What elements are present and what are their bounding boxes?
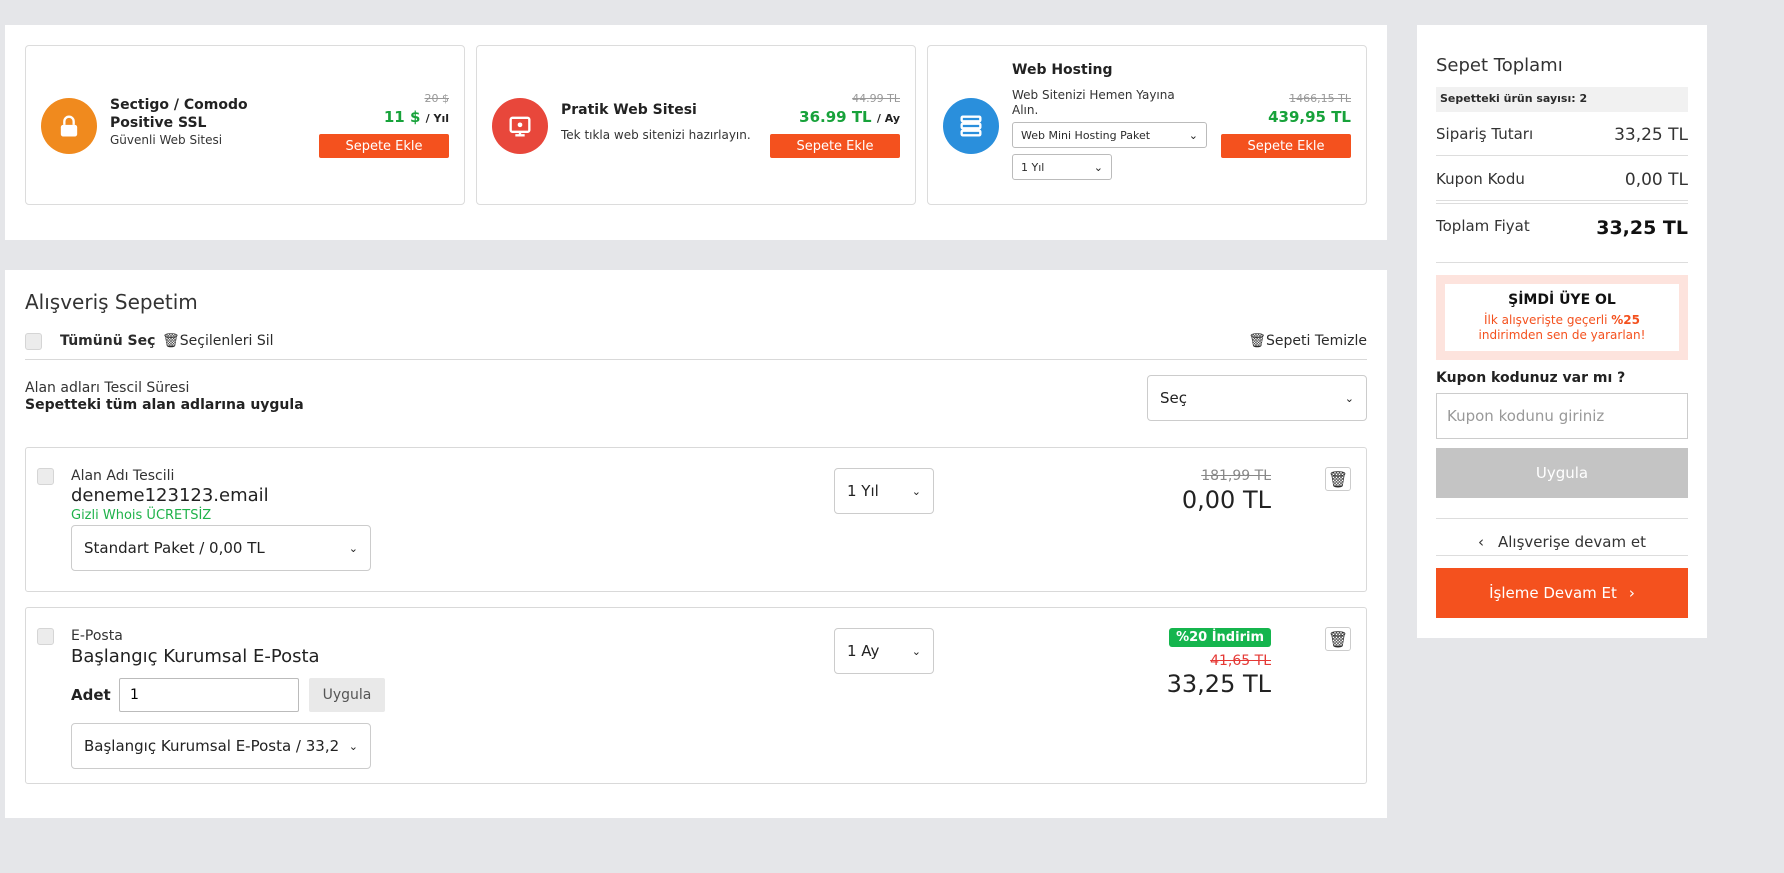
add-to-cart-button[interactable]: Sepete Ekle bbox=[770, 134, 900, 158]
signup-title: ŞİMDİ ÜYE OL bbox=[1508, 292, 1616, 308]
server-icon bbox=[943, 98, 999, 154]
promo-title: Sectigo / Comodo Positive SSL bbox=[110, 97, 248, 131]
promo-title: Pratik Web Sitesi bbox=[561, 102, 697, 118]
divider bbox=[1436, 155, 1688, 156]
package-select[interactable]: Başlangıç Kurumsal E-Posta / 33,2 ⌄ bbox=[71, 723, 371, 769]
trash-icon: 🗑 bbox=[1327, 469, 1349, 489]
delete-item-button[interactable]: 🗑 bbox=[1325, 467, 1351, 491]
item-type: Alan Adı Tescili bbox=[71, 468, 175, 484]
signup-text: İlk alışverişte geçerli %25 indirimden s… bbox=[1478, 313, 1646, 342]
coupon-row: Kupon Kodu 0,00 TL bbox=[1436, 170, 1688, 190]
monitor-icon bbox=[492, 98, 548, 154]
registration-period-label: Alan adları Tescil Süresi bbox=[25, 380, 190, 396]
item-old-price: 181,99 TL bbox=[1201, 468, 1271, 484]
chevron-right-icon: › bbox=[1628, 584, 1635, 602]
trash-icon: 🗑 bbox=[162, 333, 180, 349]
coupon-input[interactable]: Kupon kodunu giriniz bbox=[1436, 393, 1688, 439]
trash-icon: 🗑 bbox=[1248, 333, 1266, 349]
select-all-label[interactable]: Tümünü Seç bbox=[60, 333, 155, 349]
divider bbox=[1436, 200, 1688, 201]
item-name: Başlangıç Kurumsal E-Posta bbox=[71, 646, 320, 667]
coupon-apply-button[interactable]: Uygula bbox=[1436, 448, 1688, 498]
period-select[interactable]: 1 Ay ⌄ bbox=[834, 628, 934, 674]
total-row: Toplam Fiyat 33,25 TL bbox=[1436, 217, 1688, 239]
promo-desc: Web Sitenizi Hemen Yayına Alın. bbox=[1012, 88, 1175, 117]
promo-old-price: 44.99 TL bbox=[852, 92, 900, 105]
promo-price: 439,95 TL bbox=[1268, 108, 1351, 126]
chevron-down-icon: ⌄ bbox=[348, 541, 358, 555]
divider bbox=[1436, 262, 1688, 263]
discount-badge: %20 İndirim bbox=[1169, 628, 1271, 647]
proceed-button[interactable]: İşleme Devam Et › bbox=[1436, 568, 1688, 618]
chevron-down-icon: ⌄ bbox=[1188, 128, 1198, 142]
select-all-checkbox[interactable] bbox=[25, 333, 42, 350]
lock-icon bbox=[41, 98, 97, 154]
divider bbox=[1436, 518, 1688, 519]
period-select[interactable]: 1 Yıl ⌄ bbox=[834, 468, 934, 514]
cart-panel: Alışveriş Sepetim Tümünü Seç 🗑Seçilenler… bbox=[5, 270, 1387, 818]
divider bbox=[1436, 555, 1688, 556]
cart-item: Alan Adı Tescili deneme123123.email Gizl… bbox=[25, 447, 1367, 592]
summary-title: Sepet Toplamı bbox=[1436, 55, 1563, 76]
item-price: 0,00 TL bbox=[1181, 486, 1271, 514]
chevron-down-icon: ⌄ bbox=[911, 484, 921, 498]
item-old-price: 41,65 TL bbox=[1210, 653, 1271, 669]
promo-old-price: 1466,15 TL bbox=[1289, 92, 1351, 105]
quantity-label: Adet bbox=[71, 686, 111, 704]
promo-panel: Sectigo / Comodo Positive SSL Güvenli We… bbox=[5, 25, 1387, 240]
item-type: E-Posta bbox=[71, 628, 123, 644]
chevron-down-icon: ⌄ bbox=[348, 739, 358, 753]
cart-title: Alışveriş Sepetim bbox=[25, 290, 198, 314]
promo-card-website: Pratik Web Sitesi Tek tıkla web sitenizi… bbox=[476, 45, 916, 205]
registration-period-select[interactable]: Seç ⌄ bbox=[1147, 375, 1367, 421]
promo-price: 11 $ / Yıl bbox=[383, 108, 449, 126]
hosting-package-select[interactable]: Web Mini Hosting Paket ⌄ bbox=[1012, 122, 1207, 148]
promo-desc: Güvenli Web Sitesi bbox=[110, 133, 223, 147]
item-count: Sepetteki ürün sayısı: 2 bbox=[1436, 87, 1688, 112]
promo-price: 36.99 TL / Ay bbox=[799, 108, 900, 126]
delete-selected-button[interactable]: 🗑Seçilenleri Sil bbox=[162, 333, 274, 349]
clear-cart-button[interactable]: 🗑Sepeti Temizle bbox=[1248, 333, 1367, 349]
promo-title: Web Hosting bbox=[1012, 62, 1113, 78]
hosting-period-select[interactable]: 1 Yıl ⌄ bbox=[1012, 154, 1112, 180]
item-checkbox[interactable] bbox=[37, 468, 54, 485]
continue-shopping-link[interactable]: ‹ Alışverişe devam et bbox=[1436, 533, 1688, 551]
add-to-cart-button[interactable]: Sepete Ekle bbox=[319, 134, 449, 158]
divider bbox=[1436, 203, 1688, 204]
promo-card-hosting: Web Hosting Web Sitenizi Hemen Yayına Al… bbox=[927, 45, 1367, 205]
promo-card-ssl: Sectigo / Comodo Positive SSL Güvenli We… bbox=[25, 45, 465, 205]
item-checkbox[interactable] bbox=[37, 628, 54, 645]
item-price: 33,25 TL bbox=[1166, 670, 1271, 698]
quantity-apply-button[interactable]: Uygula bbox=[309, 678, 385, 712]
delete-item-button[interactable]: 🗑 bbox=[1325, 627, 1351, 651]
chevron-down-icon: ⌄ bbox=[911, 644, 921, 658]
item-name: deneme123123.email bbox=[71, 485, 269, 506]
chevron-left-icon: ‹ bbox=[1478, 533, 1484, 551]
order-amount-row: Sipariş Tutarı 33,25 TL bbox=[1436, 125, 1688, 145]
promo-desc: Tek tıkla web sitenizi hazırlayın. bbox=[561, 128, 751, 142]
signup-promo[interactable]: ŞİMDİ ÜYE OL İlk alışverişte geçerli %25… bbox=[1436, 275, 1688, 360]
summary-panel: Sepet Toplamı Sepetteki ürün sayısı: 2 S… bbox=[1417, 25, 1707, 638]
cart-item: E-Posta Başlangıç Kurumsal E-Posta Adet … bbox=[25, 607, 1367, 784]
divider bbox=[25, 359, 1367, 360]
trash-icon: 🗑 bbox=[1327, 629, 1349, 649]
quantity-input[interactable] bbox=[119, 678, 299, 712]
chevron-down-icon: ⌄ bbox=[1344, 391, 1354, 405]
package-select[interactable]: Standart Paket / 0,00 TL ⌄ bbox=[71, 525, 371, 571]
coupon-question: Kupon kodunuz var mı ? bbox=[1436, 370, 1626, 386]
add-to-cart-button[interactable]: Sepete Ekle bbox=[1221, 134, 1351, 158]
whois-label: Gizli Whois ÜCRETSİZ bbox=[71, 508, 212, 523]
registration-period-sublabel: Sepetteki tüm alan adlarına uygula bbox=[25, 397, 304, 413]
promo-old-price: 20 $ bbox=[424, 92, 450, 105]
chevron-down-icon: ⌄ bbox=[1093, 160, 1103, 174]
